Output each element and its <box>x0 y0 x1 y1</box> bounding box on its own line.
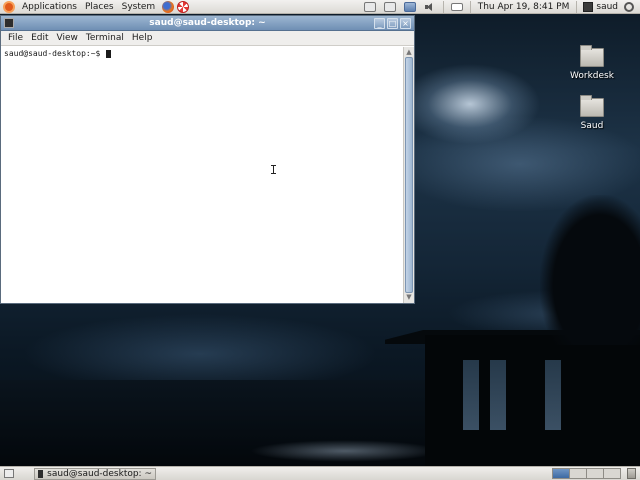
workspace-switcher <box>552 468 621 479</box>
menu-applications[interactable]: Applications <box>18 2 81 12</box>
terminal-scrollbar[interactable]: ▲ ▼ <box>403 47 414 303</box>
terminal-text-area[interactable]: saud@saud-desktop:~$ <box>1 47 403 303</box>
tray-separator <box>576 0 578 13</box>
shutdown-icon[interactable] <box>624 1 634 12</box>
text-cursor <box>106 50 112 58</box>
workspace-2[interactable] <box>569 468 587 479</box>
ubuntu-logo-icon[interactable] <box>3 0 15 13</box>
bottom-panel: saud@saud-desktop: ~ <box>0 466 640 480</box>
workspace-4[interactable] <box>603 468 621 479</box>
taskbar-label: saud@saud-desktop: ~ <box>47 468 152 479</box>
terminal-icon <box>38 469 44 478</box>
help-lifebuoy-icon[interactable] <box>177 0 190 13</box>
folder-icon <box>580 45 604 67</box>
user-name[interactable]: saud <box>596 2 622 12</box>
system-tray: Thu Apr 19, 8:41 PM saud <box>360 0 640 14</box>
terminal-app-icon[interactable] <box>4 18 14 28</box>
maximize-button[interactable]: □ <box>387 17 398 29</box>
terminal-window: saud@saud-desktop: ~ _ □ × File Edit Vie… <box>0 15 415 304</box>
display-icon[interactable] <box>403 1 416 12</box>
desktop-icon-label: Saud <box>580 121 604 131</box>
terminal-prompt-line: saud@saud-desktop:~$ <box>1 47 403 58</box>
clock[interactable]: Thu Apr 19, 8:41 PM <box>474 2 574 12</box>
window-controls: _ □ × <box>374 17 411 29</box>
clipboard-icon[interactable] <box>383 1 396 12</box>
wallpaper-pier-opening <box>545 360 561 430</box>
terminal-menubar: File Edit View Terminal Help <box>1 31 414 46</box>
terminal-titlebar[interactable]: saud@saud-desktop: ~ _ □ × <box>1 16 414 31</box>
ibeam-cursor-icon <box>271 165 276 174</box>
top-panel: Applications Places System Thu Apr 19, 8… <box>0 0 640 14</box>
wallpaper-water-glint <box>250 440 440 462</box>
menu-view[interactable]: View <box>53 33 82 43</box>
show-desktop-icon[interactable] <box>4 469 14 478</box>
scroll-up-arrow-icon[interactable]: ▲ <box>405 48 413 57</box>
window-title: saud@saud-desktop: ~ <box>149 18 266 28</box>
workspace-3[interactable] <box>586 468 604 479</box>
scroll-down-arrow-icon[interactable]: ▼ <box>405 293 413 302</box>
workspace-1[interactable] <box>552 468 570 479</box>
menu-places[interactable]: Places <box>81 2 118 12</box>
mail-icon[interactable] <box>450 2 463 11</box>
user-icon[interactable] <box>583 1 594 12</box>
tray-separator <box>469 0 471 13</box>
minimize-button[interactable]: _ <box>374 17 385 29</box>
close-button[interactable]: × <box>400 17 411 29</box>
wallpaper-tree <box>540 195 640 345</box>
menu-file[interactable]: File <box>4 33 27 43</box>
wallpaper-pier-opening <box>490 360 506 430</box>
wallpaper-pier-opening <box>463 360 479 430</box>
menu-terminal[interactable]: Terminal <box>82 33 128 43</box>
menu-system[interactable]: System <box>118 2 160 12</box>
window-list-icon[interactable] <box>363 1 376 12</box>
shell-prompt: saud@saud-desktop:~$ <box>4 49 106 58</box>
menu-help[interactable]: Help <box>128 33 157 43</box>
firefox-icon[interactable] <box>162 0 175 13</box>
trash-icon[interactable] <box>627 468 636 479</box>
volume-icon[interactable] <box>424 2 436 12</box>
desktop-icon-saud[interactable]: Saud <box>570 95 614 131</box>
wallpaper-pier <box>425 335 640 466</box>
folder-icon <box>580 95 604 117</box>
menu-edit[interactable]: Edit <box>27 33 52 43</box>
desktop-icon-label: Workdesk <box>570 71 614 81</box>
scrollbar-thumb[interactable] <box>405 57 413 293</box>
desktop-icon-workdesk[interactable]: Workdesk <box>570 45 614 81</box>
taskbar-button-terminal[interactable]: saud@saud-desktop: ~ <box>34 467 156 480</box>
tray-separator <box>442 0 444 13</box>
